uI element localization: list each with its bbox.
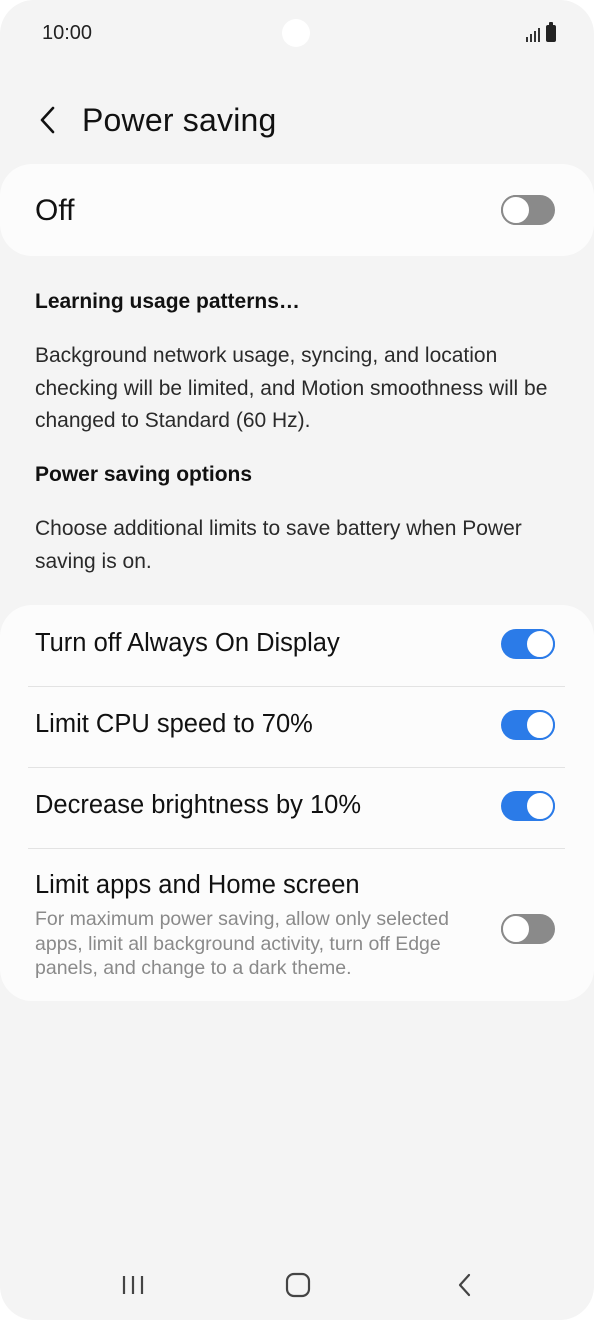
master-switch-label: Off bbox=[35, 194, 75, 227]
option-limit-cpu[interactable]: Limit CPU speed to 70% bbox=[0, 686, 594, 767]
toggle-thumb bbox=[501, 914, 531, 944]
battery-icon bbox=[546, 22, 556, 42]
toggle-thumb bbox=[525, 791, 555, 821]
option-label: Limit CPU speed to 70% bbox=[35, 710, 313, 738]
toggle-thumb bbox=[525, 629, 555, 659]
option-label: Turn off Always On Display bbox=[35, 629, 340, 657]
chevron-left-icon bbox=[40, 106, 55, 134]
phone-screen: 10:00 Power saving Off Learning usage pa… bbox=[0, 0, 594, 1320]
options-card: Turn off Always On Display Limit CPU spe… bbox=[0, 605, 594, 1001]
option-label: Decrease brightness by 10% bbox=[35, 791, 362, 819]
master-toggle[interactable] bbox=[501, 195, 555, 225]
status-bar: 10:00 bbox=[0, 0, 594, 70]
limit-cpu-toggle[interactable] bbox=[501, 710, 555, 740]
option-always-on-display[interactable]: Turn off Always On Display bbox=[0, 605, 594, 686]
learning-heading: Learning usage patterns… bbox=[35, 290, 300, 313]
option-subtitle: For maximum power saving, allow only sel… bbox=[35, 908, 449, 979]
status-icons bbox=[526, 22, 556, 42]
decrease-brightness-toggle[interactable] bbox=[501, 791, 555, 821]
master-switch-card[interactable]: Off bbox=[0, 164, 594, 256]
always-on-display-toggle[interactable] bbox=[501, 629, 555, 659]
page-title: Power saving bbox=[82, 102, 277, 138]
options-heading: Power saving options bbox=[35, 463, 253, 486]
signal-icon bbox=[526, 26, 540, 42]
back-icon bbox=[458, 1273, 471, 1297]
home-button[interactable] bbox=[268, 1250, 328, 1320]
toggle-thumb bbox=[525, 710, 555, 740]
learning-description: Background network usage, syncing, and l… bbox=[35, 344, 548, 432]
status-time: 10:00 bbox=[42, 22, 93, 44]
nav-back-button[interactable] bbox=[435, 1250, 495, 1320]
navigation-bar bbox=[0, 1250, 594, 1320]
home-icon bbox=[285, 1272, 311, 1298]
master-toggle-thumb bbox=[501, 195, 531, 225]
recents-button[interactable] bbox=[103, 1250, 163, 1320]
option-limit-apps[interactable]: Limit apps and Home screen For maximum p… bbox=[0, 848, 594, 1001]
back-button[interactable] bbox=[28, 98, 68, 142]
front-camera bbox=[282, 19, 310, 47]
app-header: Power saving bbox=[0, 90, 594, 150]
option-decrease-brightness[interactable]: Decrease brightness by 10% bbox=[0, 767, 594, 848]
option-label: Limit apps and Home screen bbox=[35, 871, 360, 899]
recents-icon bbox=[122, 1276, 144, 1294]
limit-apps-toggle[interactable] bbox=[501, 914, 555, 944]
options-description: Choose additional limits to save battery… bbox=[35, 517, 522, 573]
